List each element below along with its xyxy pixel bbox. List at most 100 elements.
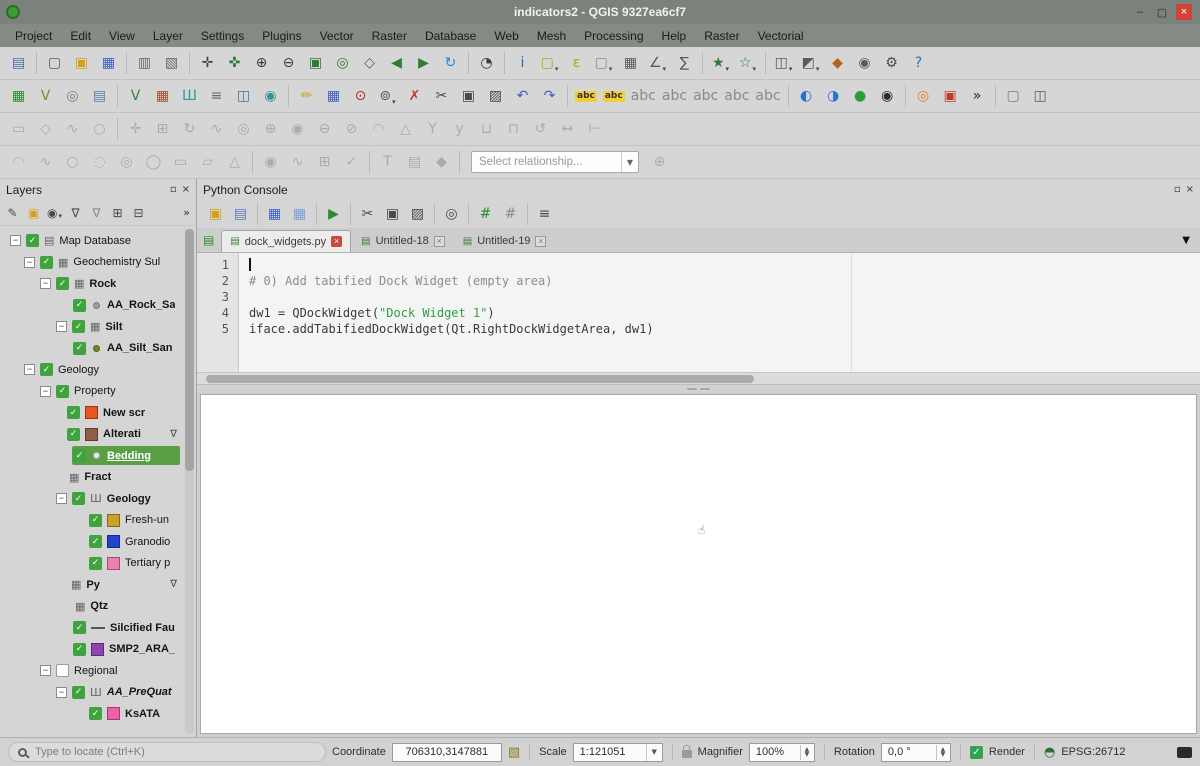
layer-row-fract[interactable]: ▦Fract xyxy=(0,467,196,489)
zoom-to-selection-button[interactable]: ◎ xyxy=(330,51,355,76)
undo-button[interactable]: ↶ xyxy=(510,84,535,109)
cut-button[interactable]: ✂ xyxy=(356,203,379,226)
tab-dock-widgets-py[interactable]: ▤dock_widgets.py× xyxy=(221,230,351,252)
layer-row-alterati[interactable]: ✓Alterati∇ xyxy=(0,424,196,446)
visibility-checkbox[interactable]: ✓ xyxy=(72,492,85,505)
refresh-map-button[interactable]: ↻ xyxy=(438,51,463,76)
map-canvas[interactable]: ☝ xyxy=(200,394,1197,734)
pan-map-to-selection-button[interactable]: ✜ xyxy=(222,51,247,76)
toggle-editing-button[interactable]: ✏ xyxy=(294,84,319,109)
layer-row-granodio[interactable]: ✓Granodio xyxy=(0,531,196,553)
visibility-checkbox[interactable]: ✓ xyxy=(26,234,39,247)
add-postgis-layer-button[interactable]: ◫ xyxy=(231,84,256,109)
layer-row-property[interactable]: −✓Property xyxy=(0,381,196,403)
scrollbar-thumb[interactable] xyxy=(185,229,194,471)
delete-selected-button[interactable]: ✗ xyxy=(402,84,427,109)
layers-scrollbar[interactable] xyxy=(185,229,194,734)
open-script-button[interactable]: ▣ xyxy=(204,203,227,226)
code-editor[interactable]: 12345 # 0) Add tabified Dock Widget (emp… xyxy=(197,253,1200,372)
float-panel-icon[interactable]: ▫ xyxy=(170,185,177,195)
new-map-view-button[interactable]: ◫▾ xyxy=(771,51,796,76)
copy-features-button[interactable]: ▣ xyxy=(456,84,481,109)
menu-help[interactable]: Help xyxy=(653,26,696,46)
open-attribute-table-button[interactable]: ▦ xyxy=(618,51,643,76)
spinner-arrows-icon[interactable]: ▲▼ xyxy=(800,745,813,760)
visibility-checkbox[interactable]: ✓ xyxy=(89,707,102,720)
coordinate-extent-icon[interactable]: ▧ xyxy=(508,746,520,759)
object-inspector-button[interactable]: ≡ xyxy=(533,203,556,226)
tab-list-dropdown-icon[interactable]: ▼ xyxy=(1182,235,1196,246)
rotation-spinner[interactable]: 0,0 ° ▲▼ xyxy=(881,743,951,762)
expander-icon[interactable]: − xyxy=(56,321,67,332)
redo-button[interactable]: ↷ xyxy=(537,84,562,109)
menu-processing[interactable]: Processing xyxy=(575,26,652,46)
manage-map-themes-button[interactable]: ◉▾ xyxy=(44,202,65,223)
panel-splitter[interactable] xyxy=(197,385,1200,392)
move-label-button[interactable]: abc xyxy=(691,84,720,109)
zoom-next-button[interactable]: ▶ xyxy=(411,51,436,76)
crs-status-icon[interactable]: ◓ xyxy=(1044,746,1055,759)
menu-project[interactable]: Project xyxy=(6,26,61,46)
visibility-checkbox[interactable]: ✓ xyxy=(72,686,85,699)
new-3d-map-view-button[interactable]: ◩▾ xyxy=(798,51,823,76)
expander-icon[interactable]: − xyxy=(40,278,51,289)
menu-raster[interactable]: Raster xyxy=(363,26,416,46)
visibility-checkbox[interactable]: ✓ xyxy=(73,299,86,312)
relationship-select[interactable]: Select relationship... ▼ xyxy=(471,151,639,173)
coordinate-input[interactable]: 706310,3147881 xyxy=(392,743,502,762)
new-geopackage-layer-button[interactable]: ▦ xyxy=(6,84,31,109)
visibility-checkbox[interactable]: ✓ xyxy=(89,514,102,527)
expander-icon[interactable]: − xyxy=(10,235,21,246)
show-map-view-button[interactable]: ◫ xyxy=(1028,84,1053,109)
code-area[interactable]: # 0) Add tabified Dock Widget (empty are… xyxy=(239,253,1200,372)
menu-layer[interactable]: Layer xyxy=(144,26,192,46)
qgis-cloud-plugin-button[interactable]: ● xyxy=(848,84,873,109)
processing-history-button[interactable]: ▢ xyxy=(1001,84,1026,109)
select-features-button[interactable]: ▢▾ xyxy=(537,51,562,76)
open-layer-styling-panel-button[interactable]: ✎ xyxy=(2,202,23,223)
run-script-button[interactable]: ▶ xyxy=(322,203,345,226)
layer-row-qtz[interactable]: ▦Qtz xyxy=(0,596,196,618)
paste-features-button[interactable]: ▨ xyxy=(483,84,508,109)
menu-vector[interactable]: Vector xyxy=(311,26,363,46)
help-contents-button[interactable]: ? xyxy=(906,51,931,76)
visibility-checkbox[interactable]: ✓ xyxy=(56,385,69,398)
menu-plugins[interactable]: Plugins xyxy=(253,26,310,46)
filter-legend-by-expression-button[interactable]: ∇ xyxy=(86,202,107,223)
filter-legend-button[interactable]: ∇ xyxy=(65,202,86,223)
layer-row-aa-silt-san[interactable]: ✓AA_Silt_San xyxy=(0,338,196,360)
magnifier-spinner[interactable]: 100% ▲▼ xyxy=(749,743,815,762)
expand-all-button[interactable]: ⊞ xyxy=(107,202,128,223)
web-browser-plugin-button[interactable]: ◑ xyxy=(821,84,846,109)
paste-button[interactable]: ▨ xyxy=(406,203,429,226)
expander-icon[interactable]: − xyxy=(40,386,51,397)
menu-settings[interactable]: Settings xyxy=(192,26,253,46)
expander-icon[interactable]: − xyxy=(40,665,51,676)
zoom-to-layer-button[interactable]: ◇ xyxy=(357,51,382,76)
menu-database[interactable]: Database xyxy=(416,26,485,46)
menu-vectorial[interactable]: Vectorial xyxy=(749,26,813,46)
processing-toolbox-button[interactable]: ⚙ xyxy=(879,51,904,76)
expander-icon[interactable]: − xyxy=(56,493,67,504)
open-in-external-editor-button[interactable]: ▤ xyxy=(229,203,252,226)
layer-labeling-options-button[interactable]: abc xyxy=(573,84,599,109)
add-raster-layer-button[interactable]: ▦ xyxy=(150,84,175,109)
osm-search-plugin-button[interactable]: ◉ xyxy=(875,84,900,109)
add-vector-layer-button[interactable]: V xyxy=(123,84,148,109)
layer-row-rock[interactable]: −✓▦Rock xyxy=(0,273,196,295)
expander-icon[interactable]: − xyxy=(24,364,35,375)
close-button[interactable]: × xyxy=(1176,4,1192,20)
overflow-chevron-icon[interactable]: » xyxy=(183,206,194,219)
new-virtual-layer-button[interactable]: ▤ xyxy=(87,84,112,109)
deselect-all-button[interactable]: ▢▾ xyxy=(591,51,616,76)
layer-row-tertiary-p[interactable]: ✓Tertiary p xyxy=(0,553,196,575)
visibility-checkbox[interactable] xyxy=(56,664,69,677)
comment-code-button[interactable]: # xyxy=(474,203,497,226)
close-tab-icon[interactable]: × xyxy=(434,236,445,247)
tab-untitled-18[interactable]: ▤Untitled-18× xyxy=(353,230,453,252)
layer-row-fresh-un[interactable]: ✓Fresh-un xyxy=(0,510,196,532)
layer-row-new-scr[interactable]: ✓New scr xyxy=(0,402,196,424)
metasearch-catalog-button[interactable]: ◐ xyxy=(794,84,819,109)
add-delimited-text-layer-button[interactable]: ≡ xyxy=(204,84,229,109)
visibility-checkbox[interactable]: ✓ xyxy=(73,621,86,634)
